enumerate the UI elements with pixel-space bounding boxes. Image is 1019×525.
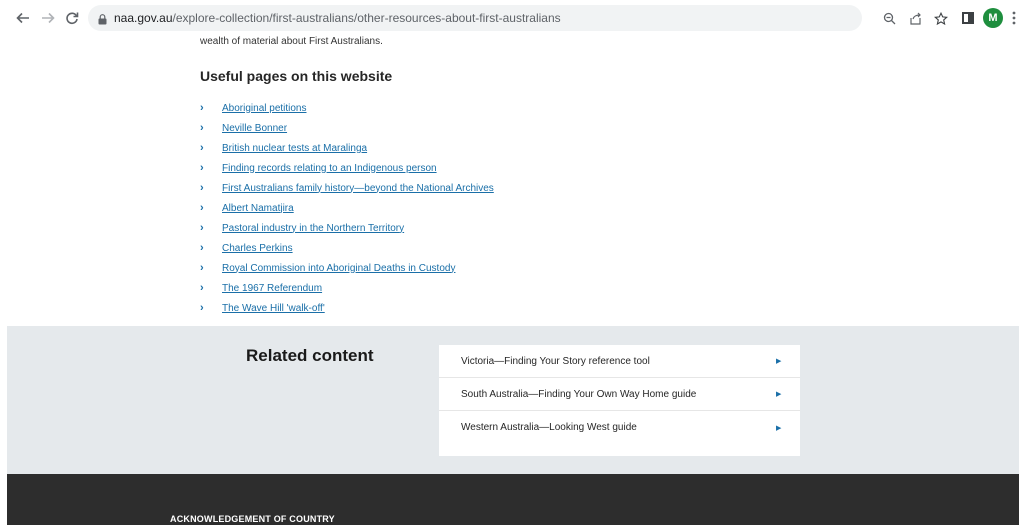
share-icon[interactable] [908,12,922,26]
kebab-menu-icon[interactable] [1012,11,1016,25]
side-panel-icon[interactable] [962,12,974,24]
list-item: › Aboriginal petitions [200,98,494,118]
site-footer: ACKNOWLEDGEMENT OF COUNTRY [7,474,1019,525]
useful-page-link[interactable]: The Wave Hill 'walk-off' [222,303,325,314]
list-item: › Royal Commission into Aboriginal Deaths… [200,258,494,278]
chevron-right-icon: › [200,222,204,234]
useful-pages-list: › Aboriginal petitions › Neville Bonner › B… [200,98,494,318]
related-item-label: South Australia—Finding Your Own Way Hom… [461,388,697,400]
address-bar[interactable]: naa.gov.au/explore-collection/first-aust… [88,5,862,31]
related-content-item[interactable]: Victoria—Finding Your Story reference to… [439,345,800,378]
bookmark-star-icon[interactable] [934,11,948,26]
chevron-right-icon: › [200,182,204,194]
acknowledgement-heading: ACKNOWLEDGEMENT OF COUNTRY [170,514,335,524]
chevron-right-icon: › [200,142,204,154]
chevron-right-icon: › [200,102,204,114]
useful-page-link[interactable]: Neville Bonner [222,123,287,134]
lock-icon [98,12,107,30]
list-item: › The 1967 Referendum [200,278,494,298]
list-item: › Charles Perkins [200,238,494,258]
list-item: › First Australians family history—beyond… [200,178,494,198]
chevron-right-icon: › [200,282,204,294]
useful-page-link[interactable]: Charles Perkins [222,243,293,254]
useful-page-link[interactable]: First Australians family history—beyond … [222,183,494,194]
chevron-right-icon: › [200,302,204,314]
forward-arrow-icon[interactable] [37,7,59,29]
zoom-icon[interactable] [882,12,896,26]
list-item: › Pastoral industry in the Northern Terri… [200,218,494,238]
chevron-right-icon: › [200,122,204,134]
url-text: naa.gov.au/explore-collection/first-aust… [114,11,561,25]
chevron-right-icon: › [200,162,204,174]
useful-page-link[interactable]: Albert Namatjira [222,203,294,214]
arrow-right-icon: ▶ [776,358,782,365]
useful-pages-heading: Useful pages on this website [200,68,393,84]
reload-icon[interactable] [61,7,83,29]
chevron-right-icon: › [200,202,204,214]
intro-text: wealth of material about First Australia… [200,36,383,47]
url-path: /explore-collection/first-australians/ot… [172,11,561,25]
useful-page-link[interactable]: The 1967 Referendum [222,283,322,294]
related-content-item[interactable]: Western Australia—Looking West guide ▶ [439,411,800,444]
arrow-right-icon: ▶ [776,424,782,432]
back-arrow-icon[interactable] [12,7,34,29]
related-content-card: Victoria—Finding Your Story reference to… [439,345,800,456]
useful-page-link[interactable]: Aboriginal petitions [222,103,307,114]
useful-page-link[interactable]: Royal Commission into Aboriginal Deaths … [222,263,455,274]
useful-page-link[interactable]: Finding records relating to an Indigenou… [222,163,437,174]
list-item: › The Wave Hill 'walk-off' [200,298,494,318]
profile-avatar[interactable]: M [983,8,1003,28]
related-content-item[interactable]: South Australia—Finding Your Own Way Hom… [439,378,800,411]
list-item: › Neville Bonner [200,118,494,138]
browser-toolbar: naa.gov.au/explore-collection/first-aust… [0,0,1019,36]
page-content: wealth of material about First Australia… [0,36,1019,525]
useful-page-link[interactable]: Pastoral industry in the Northern Territ… [222,223,404,234]
list-item: › Albert Namatjira [200,198,494,218]
arrow-right-icon: ▶ [776,391,782,398]
related-content-section: Related content Victoria—Finding Your St… [7,326,1019,474]
related-content-heading: Related content [246,346,374,365]
useful-page-link[interactable]: British nuclear tests at Maralinga [222,143,367,154]
related-item-label: Victoria—Finding Your Story reference to… [461,355,650,367]
chevron-right-icon: › [200,242,204,254]
related-item-label: Western Australia—Looking West guide [461,422,637,433]
chevron-right-icon: › [200,262,204,274]
list-item: › British nuclear tests at Maralinga [200,138,494,158]
url-host: naa.gov.au [114,11,173,25]
list-item: › Finding records relating to an Indigeno… [200,158,494,178]
